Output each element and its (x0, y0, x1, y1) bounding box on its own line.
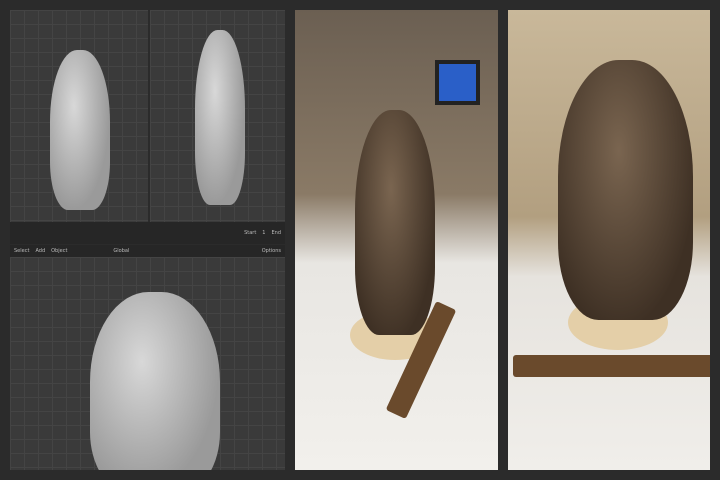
wooden-bear (355, 110, 435, 335)
viewport-header: Select Add Object Global Options (10, 245, 285, 257)
menu-select[interactable]: Select (14, 248, 29, 254)
bear-model-closeup (90, 292, 220, 470)
timeline-end-label: End (271, 230, 281, 236)
blender-viewport-bottom (10, 257, 285, 470)
wooden-bear (558, 60, 693, 320)
menu-add[interactable]: Add (35, 248, 45, 254)
photo-carved-bear-workshop (295, 10, 498, 470)
orientation-dropdown[interactable]: Global (113, 248, 129, 254)
photo-carved-bear-finished (508, 10, 710, 470)
blender-viewport-top-left (10, 10, 148, 222)
options-button[interactable]: Options (262, 248, 281, 254)
carved-rifle (513, 355, 710, 377)
timeline-start-value[interactable]: 1 (262, 230, 265, 236)
bear-model-side (195, 30, 245, 205)
menu-object[interactable]: Object (51, 248, 67, 254)
monitor (435, 60, 480, 105)
bear-model-front (50, 50, 110, 210)
timeline-start-label: Start (244, 230, 257, 236)
timeline-bar[interactable]: Start 1 End (10, 222, 285, 244)
blender-viewport-top-right (150, 10, 285, 222)
